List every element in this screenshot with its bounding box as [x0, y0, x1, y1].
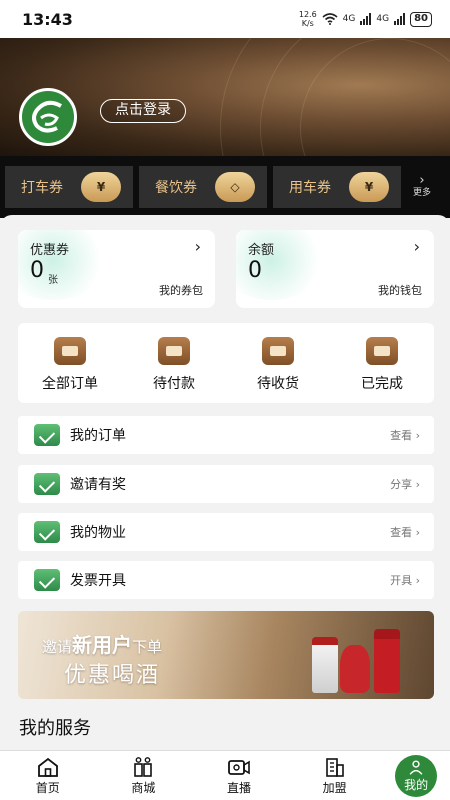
menu-row-label: 发票开具	[70, 573, 126, 589]
menu-row-label: 我的物业	[70, 525, 126, 541]
order-label: 待收货	[257, 376, 299, 392]
tab-shop[interactable]: 商城	[108, 756, 178, 796]
menu-row-label: 邀请有奖	[70, 477, 126, 493]
order-all[interactable]: 全部订单	[25, 337, 115, 393]
coupon-label: 打车券	[21, 180, 63, 196]
tab-label: 加盟	[322, 780, 347, 795]
check-box-icon	[366, 337, 398, 365]
invoice-icon	[34, 569, 60, 591]
tab-mine[interactable]: 我的	[395, 754, 438, 797]
main-panel: 优惠券 › 0 张 我的券包 余额 › 0 我的钱包 全部订单 待付款 待收货 …	[0, 215, 450, 755]
clock-box-icon	[262, 337, 294, 365]
user-icon	[409, 759, 423, 775]
more-label: 更多	[412, 188, 431, 198]
menu-row-action: 开具 ›	[390, 574, 420, 587]
banner-line-1: 邀请新用户下单	[42, 633, 163, 657]
tab-label: 首页	[35, 780, 60, 795]
order-status-panel: 全部订单 待付款 待收货 已完成	[18, 323, 434, 403]
network-type-2: 4G	[376, 14, 390, 24]
login-button[interactable]: 点击登录	[100, 99, 186, 123]
property-icon	[34, 521, 60, 543]
coupon-dining[interactable]: 餐饮券 ◇	[139, 166, 267, 208]
coupon-card[interactable]: 优惠券 › 0 张 我的券包	[18, 230, 215, 308]
status-bar: 13:43 12.6 K/s 4G 4G 80	[0, 0, 450, 38]
coupon-wallet-link[interactable]: 我的券包	[159, 282, 203, 298]
order-pending-receipt[interactable]: 待收货	[233, 337, 323, 393]
coupon-strip: 打车券 ¥ 餐饮券 ◇ 用车券 ¥ › 更多	[0, 156, 450, 218]
live-icon	[228, 759, 250, 775]
status-time: 13:43	[22, 9, 73, 29]
menu-row-label: 我的订单	[70, 428, 126, 444]
brand-logo-icon[interactable]	[19, 88, 77, 146]
status-icons: 12.6 K/s 4G 4G 80	[299, 10, 432, 28]
banner-line-2: 优惠喝酒	[64, 663, 161, 688]
network-type: 4G	[342, 14, 356, 24]
tab-home[interactable]: 首页	[13, 756, 83, 796]
ticket-icon: ¥	[349, 172, 389, 202]
coupon-taxi[interactable]: 打车券 ¥	[5, 166, 133, 208]
balance-card[interactable]: 余额 › 0 我的钱包	[236, 230, 434, 308]
tag-icon: ◇	[215, 172, 255, 202]
tab-label: 直播	[226, 780, 251, 795]
wallet-link[interactable]: 我的钱包	[378, 282, 422, 298]
home-icon	[37, 757, 58, 777]
balance-card-title: 余额	[248, 243, 275, 258]
order-list-icon	[54, 337, 86, 365]
coupon-card-title: 优惠券	[30, 243, 70, 258]
money-bag-icon	[158, 337, 190, 365]
coupon-car[interactable]: 用车券 ¥	[273, 166, 401, 208]
chevron-right-icon: ›	[419, 173, 425, 188]
menu-row-my-orders[interactable]: 我的订单 查看 ›	[18, 416, 434, 454]
promo-banner[interactable]: 邀请新用户下单 优惠喝酒	[18, 611, 434, 699]
tab-live[interactable]: 直播	[204, 756, 274, 796]
menu-row-invoice[interactable]: 发票开具 开具 ›	[18, 561, 434, 599]
network-speed: 12.6 K/s	[298, 10, 317, 28]
chevron-right-icon: ›	[194, 237, 201, 256]
order-label: 已完成	[361, 376, 403, 392]
order-label: 待付款	[153, 376, 195, 392]
tab-label: 商城	[131, 780, 156, 795]
order-icon	[34, 424, 60, 446]
more-coupons-button[interactable]: › 更多	[407, 173, 437, 199]
menu-row-action: 查看 ›	[390, 526, 420, 539]
order-label: 全部订单	[42, 376, 98, 392]
profile-header: 点击登录	[0, 38, 450, 156]
building-icon	[325, 757, 344, 777]
liquor-bottle-image	[340, 645, 370, 693]
tab-franchise[interactable]: 加盟	[300, 756, 370, 796]
coupon-label: 用车券	[289, 180, 331, 196]
coupon-count: 0	[30, 258, 44, 283]
services-section-title: 我的服务	[19, 718, 91, 739]
signal-icon-2	[394, 13, 406, 25]
balance-value: 0	[248, 258, 262, 283]
tab-label: 我的	[404, 777, 429, 792]
liquor-bottle-image	[374, 629, 400, 693]
liquor-bottle-image	[312, 637, 338, 693]
invite-icon	[34, 473, 60, 495]
coin-icon: ¥	[81, 172, 121, 202]
coupon-label: 餐饮券	[155, 180, 197, 196]
chevron-right-icon: ›	[413, 237, 420, 256]
signal-icon	[360, 13, 372, 25]
menu-row-action: 分享 ›	[390, 478, 420, 491]
order-pending-payment[interactable]: 待付款	[129, 337, 219, 393]
bottom-tab-bar: 首页 商城 直播 加盟 我的	[0, 750, 450, 800]
coupon-unit: 张	[48, 275, 58, 286]
menu-row-action: 查看 ›	[390, 429, 420, 442]
order-completed[interactable]: 已完成	[337, 337, 427, 393]
menu-row-property[interactable]: 我的物业 查看 ›	[18, 513, 434, 551]
battery-icon: 80	[410, 11, 432, 27]
menu-row-invite[interactable]: 邀请有奖 分享 ›	[18, 465, 434, 503]
wifi-icon	[322, 13, 338, 25]
shop-icon	[134, 756, 153, 777]
